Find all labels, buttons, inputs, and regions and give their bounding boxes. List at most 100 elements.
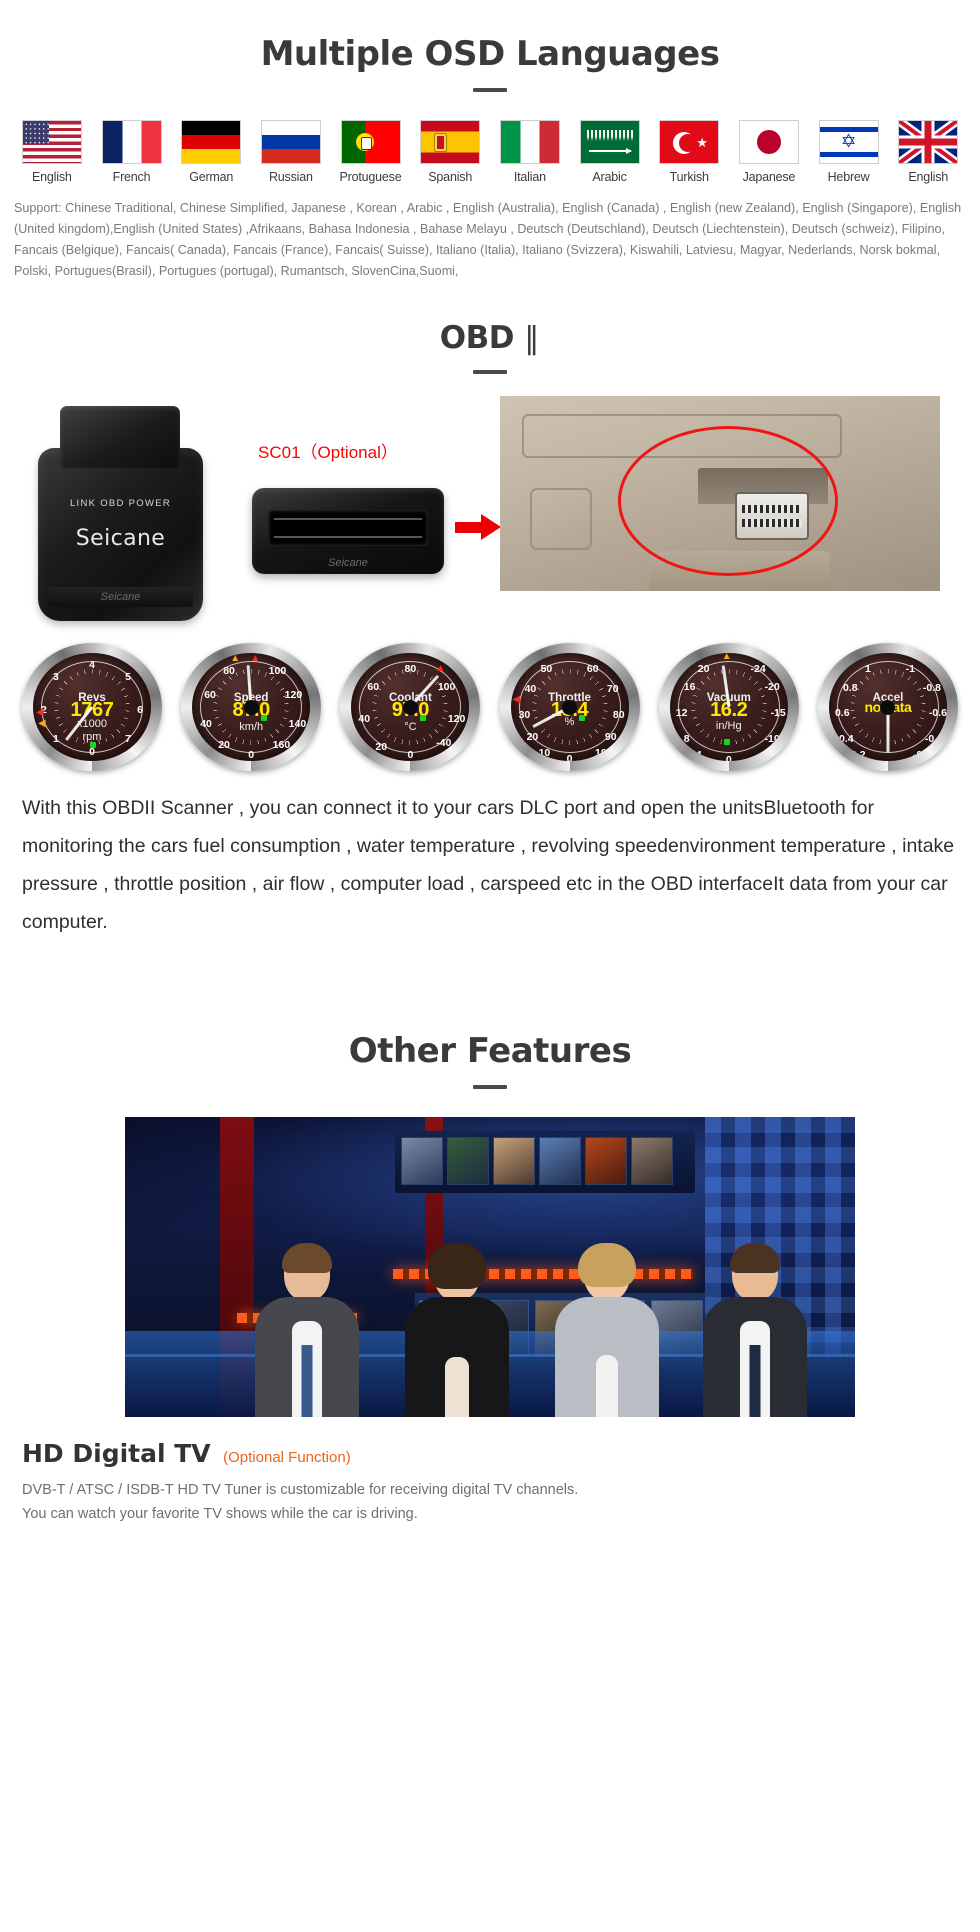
- gauge-accel: 1 -1 0.8 -0.8 0.6 -0.6 0.4 -0.4 0.2 -0.2…: [817, 643, 958, 771]
- gauge-status-dot: [579, 714, 585, 721]
- obd-scanner-device: LINK OBD POWER Seicane Seicane: [38, 406, 203, 621]
- flags-container: English French German Russian Protuguese: [0, 120, 980, 184]
- obd-title-text: OBD: [439, 320, 515, 356]
- flag-item-portuguese: Protuguese: [333, 120, 409, 184]
- hd-tv-heading-row: HD Digital TV (Optional Function): [22, 1439, 958, 1468]
- flag-item-italian: Italian: [492, 120, 568, 184]
- gauge-scale-label: 1: [864, 663, 871, 675]
- gauge-throttle: 50 60 40 70 30 80 20 90 10 100 0 ◀ ▼ Thr…: [499, 643, 640, 771]
- flag-jp-icon: [738, 120, 799, 164]
- gauge-marker-orange-icon: ▲: [230, 653, 241, 664]
- flag-item-hebrew: ✡ Hebrew: [811, 120, 887, 184]
- flag-item-english-uk: English: [890, 120, 966, 184]
- osd-languages-section: Multiple OSD Languages English French Ge…: [0, 0, 980, 282]
- sc01-optional-label: SC01（Optional）: [258, 443, 398, 462]
- gauge-coolant: 80 60 100 40 120 20 -40 0 ▲ Coolant 97.0…: [340, 643, 481, 771]
- flag-item-japanese: Japanese: [731, 120, 807, 184]
- flag-fr-icon: [101, 120, 162, 164]
- flag-de-icon: [181, 120, 242, 164]
- gauge-unit-line2: rpm: [82, 730, 102, 743]
- supported-languages-text: Support: Chinese Traditional, Chinese Si…: [14, 201, 962, 278]
- gauge-marker-red-icon: ▲: [435, 663, 446, 674]
- gauge-scale-label: 50: [540, 663, 553, 675]
- right-arrow-icon: [455, 514, 501, 540]
- gauge-scale-label: 4: [89, 659, 95, 671]
- tv-studio-photo: [125, 1117, 855, 1417]
- flag-ru-icon: [260, 120, 321, 164]
- gauge-scale-label: 10: [538, 747, 551, 759]
- gauge-status-dot: [89, 741, 96, 748]
- gauge-vacuum: 20 -24 16 -20 12 -15 8 -10 4 -5 0 ▲ Vacu…: [658, 643, 799, 771]
- gauge-scale-label: 5: [125, 671, 131, 683]
- flag-it-icon: [499, 120, 560, 164]
- flag-sa-icon: [579, 120, 640, 164]
- flag-item-turkish: Turkish: [651, 120, 727, 184]
- gauge-status-dot: [724, 739, 731, 746]
- flag-item-arabic: Arabic: [572, 120, 648, 184]
- upper-monitor-wall: [395, 1131, 695, 1193]
- flag-item-german: German: [173, 120, 249, 184]
- flag-us-icon: [21, 120, 82, 164]
- gauge-scale-label: 160: [272, 739, 291, 751]
- obd-title-numeral: ‖: [524, 321, 541, 356]
- gauge-scale-label: 0: [566, 753, 573, 761]
- hd-tv-description-line2: You can watch your favorite TV shows whi…: [22, 1506, 418, 1522]
- gauge-marker-orange-icon: ▼: [522, 745, 533, 756]
- gauge-scale-label: -24: [750, 663, 766, 675]
- gauge-scale-label: 20: [375, 741, 388, 753]
- gauge-unit: km/h: [239, 721, 264, 734]
- gauge-scale-label: 0: [407, 749, 414, 761]
- gauge-scale-label: 100: [268, 665, 287, 677]
- gauge-scale-label: 4: [695, 749, 702, 761]
- obd-description-text: With this OBDII Scanner , you can connec…: [22, 797, 955, 933]
- flag-item-russian: Russian: [253, 120, 329, 184]
- flag-item-spanish: Spanish: [412, 120, 488, 184]
- gauge-scale-label: 20: [697, 663, 710, 675]
- gauge-scale-label: 60: [586, 663, 599, 675]
- gauge-scale-label: 0: [248, 749, 255, 761]
- flag-es-icon: [420, 120, 481, 164]
- flag-label: Arabic: [592, 170, 627, 184]
- page-title: Multiple OSD Languages: [260, 34, 720, 74]
- flag-label: English: [32, 170, 72, 184]
- flag-label: German: [189, 170, 234, 184]
- gauge-scale-label: -5: [758, 749, 768, 761]
- news-anchor-4: [703, 1243, 807, 1417]
- gauge-scale-label: 80: [404, 663, 417, 675]
- other-features-title: Other Features: [348, 1031, 632, 1071]
- flag-label: French: [112, 170, 151, 184]
- obd-gauges-row: 4 3 5 2 6 1 7 0 ◀ ◀ Revs 1767 x1000 rpm: [0, 643, 980, 771]
- dashboard-dlc-port-photo: [500, 396, 940, 591]
- gauge-scale-label: 3: [53, 671, 59, 683]
- gauge-scale-label: 90: [604, 731, 617, 743]
- connector-pins: [268, 510, 428, 546]
- scanner-brand-label: Seicane: [75, 526, 166, 551]
- flag-pt-icon: [340, 120, 401, 164]
- gauge-scale-label: 0: [89, 746, 95, 758]
- gauge-scale-label: 100: [595, 747, 613, 759]
- highlight-circle-icon: [618, 426, 838, 576]
- connector-brand-label: Seicane: [328, 557, 368, 569]
- flag-label: Japanese: [742, 170, 796, 184]
- gauge-scale-label: -0.2: [912, 749, 931, 761]
- obd-section: OBD ‖ LINK OBD POWER Seicane Seicane SC0…: [0, 308, 980, 941]
- flag-label: Protuguese: [339, 170, 402, 184]
- flag-label: Italian: [513, 170, 546, 184]
- gauge-scale-label: -0.4: [924, 733, 943, 745]
- hd-tv-optional-label: (Optional Function): [223, 1449, 351, 1466]
- gauge-scale-label: 0: [725, 754, 732, 761]
- gauge-scale-label: 0.2: [850, 749, 866, 761]
- flag-label: Spanish: [428, 170, 473, 184]
- flag-label: Hebrew: [827, 170, 870, 184]
- obd-hardware-row: LINK OBD POWER Seicane Seicane SC01（Opti…: [0, 396, 980, 631]
- other-features-section: Other Features HD Digital TV (Optional F…: [0, 997, 980, 1526]
- gauge-marker-red-icon: ▲: [250, 653, 261, 664]
- hd-tv-description-line1: DVB-T / ATSC / ISDB-T HD TV Tuner is cus…: [22, 1482, 579, 1498]
- scanner-foot-brand-label: Seicane: [48, 587, 193, 607]
- flag-item-english-us: English: [14, 120, 90, 184]
- gauge-status-dot: [419, 714, 426, 721]
- gauge-scale-label: 80: [223, 665, 235, 677]
- other-features-divider: [473, 1085, 507, 1089]
- news-anchor-2: [405, 1243, 509, 1417]
- flag-gb-icon: [898, 120, 959, 164]
